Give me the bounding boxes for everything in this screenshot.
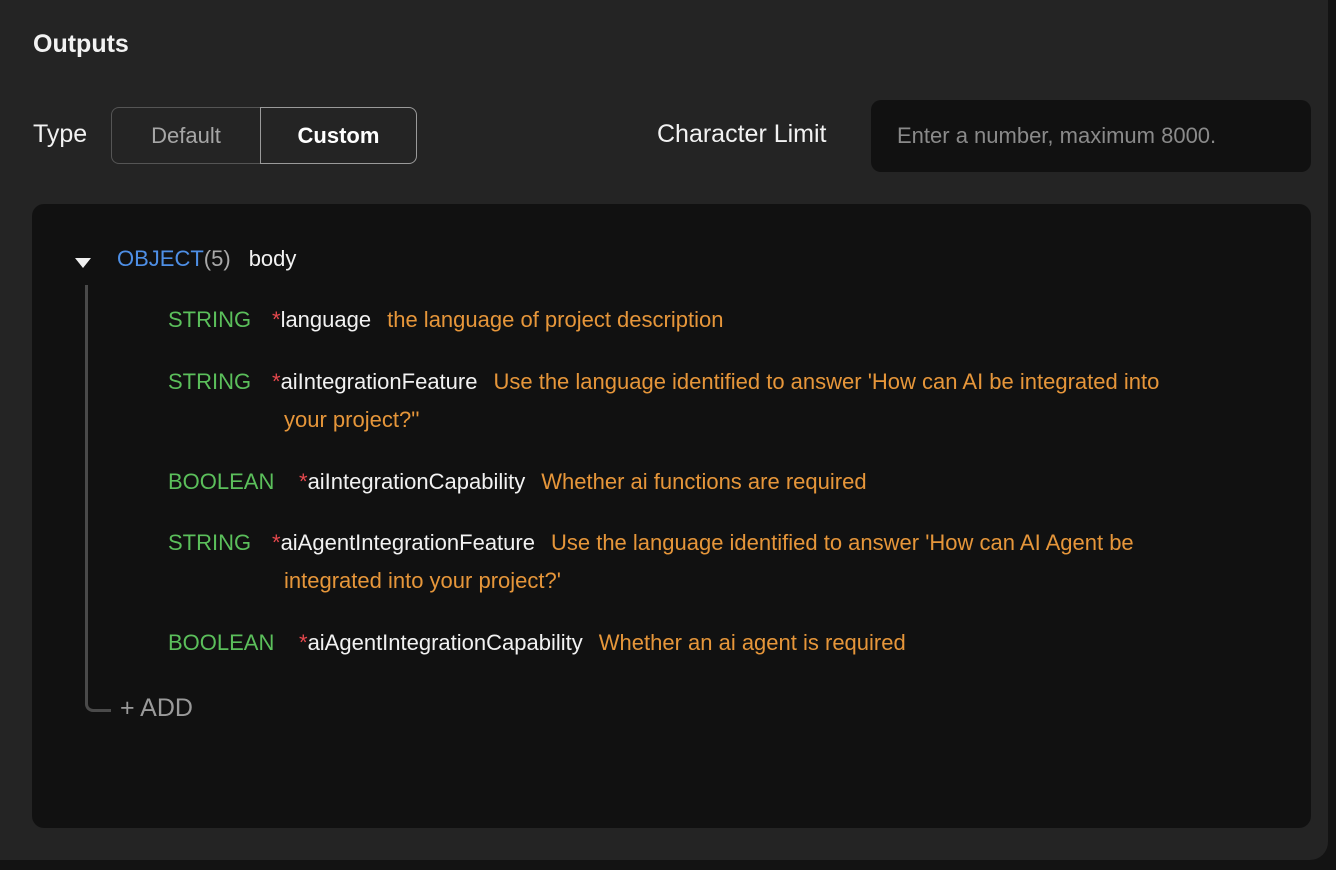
field-main: *aiAgentIntegrationCapability Whether an … (299, 630, 906, 656)
field-name: aiAgentIntegrationFeature (280, 530, 535, 555)
field-name: aiAgentIntegrationCapability (307, 630, 583, 655)
field-description: Use the language identified to answer 'H… (493, 369, 1160, 394)
tree-connector-line (85, 285, 111, 712)
field-main: *aiAgentIntegrationFeature Use the langua… (272, 530, 1134, 556)
field-name: language (280, 307, 372, 332)
field-description: Whether ai functions are required (541, 469, 867, 494)
field-type: STRING (168, 530, 252, 555)
add-field-button[interactable]: + ADD (120, 694, 193, 723)
field-description: the language of project description (387, 307, 724, 332)
field-type: STRING (168, 307, 252, 332)
object-field-count: (5) (203, 246, 231, 271)
character-limit-input[interactable] (871, 100, 1311, 172)
field-name: aiIntegrationCapability (307, 469, 526, 494)
required-marker: * (299, 469, 308, 494)
required-marker: * (272, 530, 281, 555)
type-default-button[interactable]: Default (111, 107, 260, 164)
outputs-panel: Outputs Type Default Custom Character Li… (0, 0, 1328, 860)
type-segmented-control: Default Custom (111, 107, 417, 164)
field-description: Use the language identified to answer 'H… (550, 530, 1134, 555)
object-name: body (248, 246, 297, 271)
collapse-caret-icon[interactable] (75, 258, 91, 268)
object-type-keyword: OBJECT (117, 246, 204, 271)
required-marker: * (272, 369, 281, 394)
type-custom-button[interactable]: Custom (260, 107, 417, 164)
field-main: *aiIntegrationFeature Use the language id… (272, 369, 1159, 395)
field-type: STRING (168, 369, 252, 394)
field-name: aiIntegrationFeature (280, 369, 478, 394)
field-description-continued: your project?'' (284, 407, 420, 432)
field-type: BOOLEAN (168, 630, 275, 655)
field-main: *aiIntegrationCapability Whether ai funct… (299, 469, 867, 495)
required-marker: * (299, 630, 308, 655)
character-limit-label: Character Limit (657, 120, 827, 148)
schema-editor (32, 204, 1311, 828)
root-object-row: OBJECT(5) body (117, 246, 296, 272)
required-marker: * (272, 307, 281, 332)
field-type: BOOLEAN (168, 469, 275, 494)
field-main: *language the language of project descrip… (272, 307, 723, 333)
section-title: Outputs (33, 30, 129, 58)
field-description: Whether an ai agent is required (598, 630, 906, 655)
field-description-continued: integrated into your project?' (284, 568, 561, 593)
type-label: Type (33, 120, 88, 148)
